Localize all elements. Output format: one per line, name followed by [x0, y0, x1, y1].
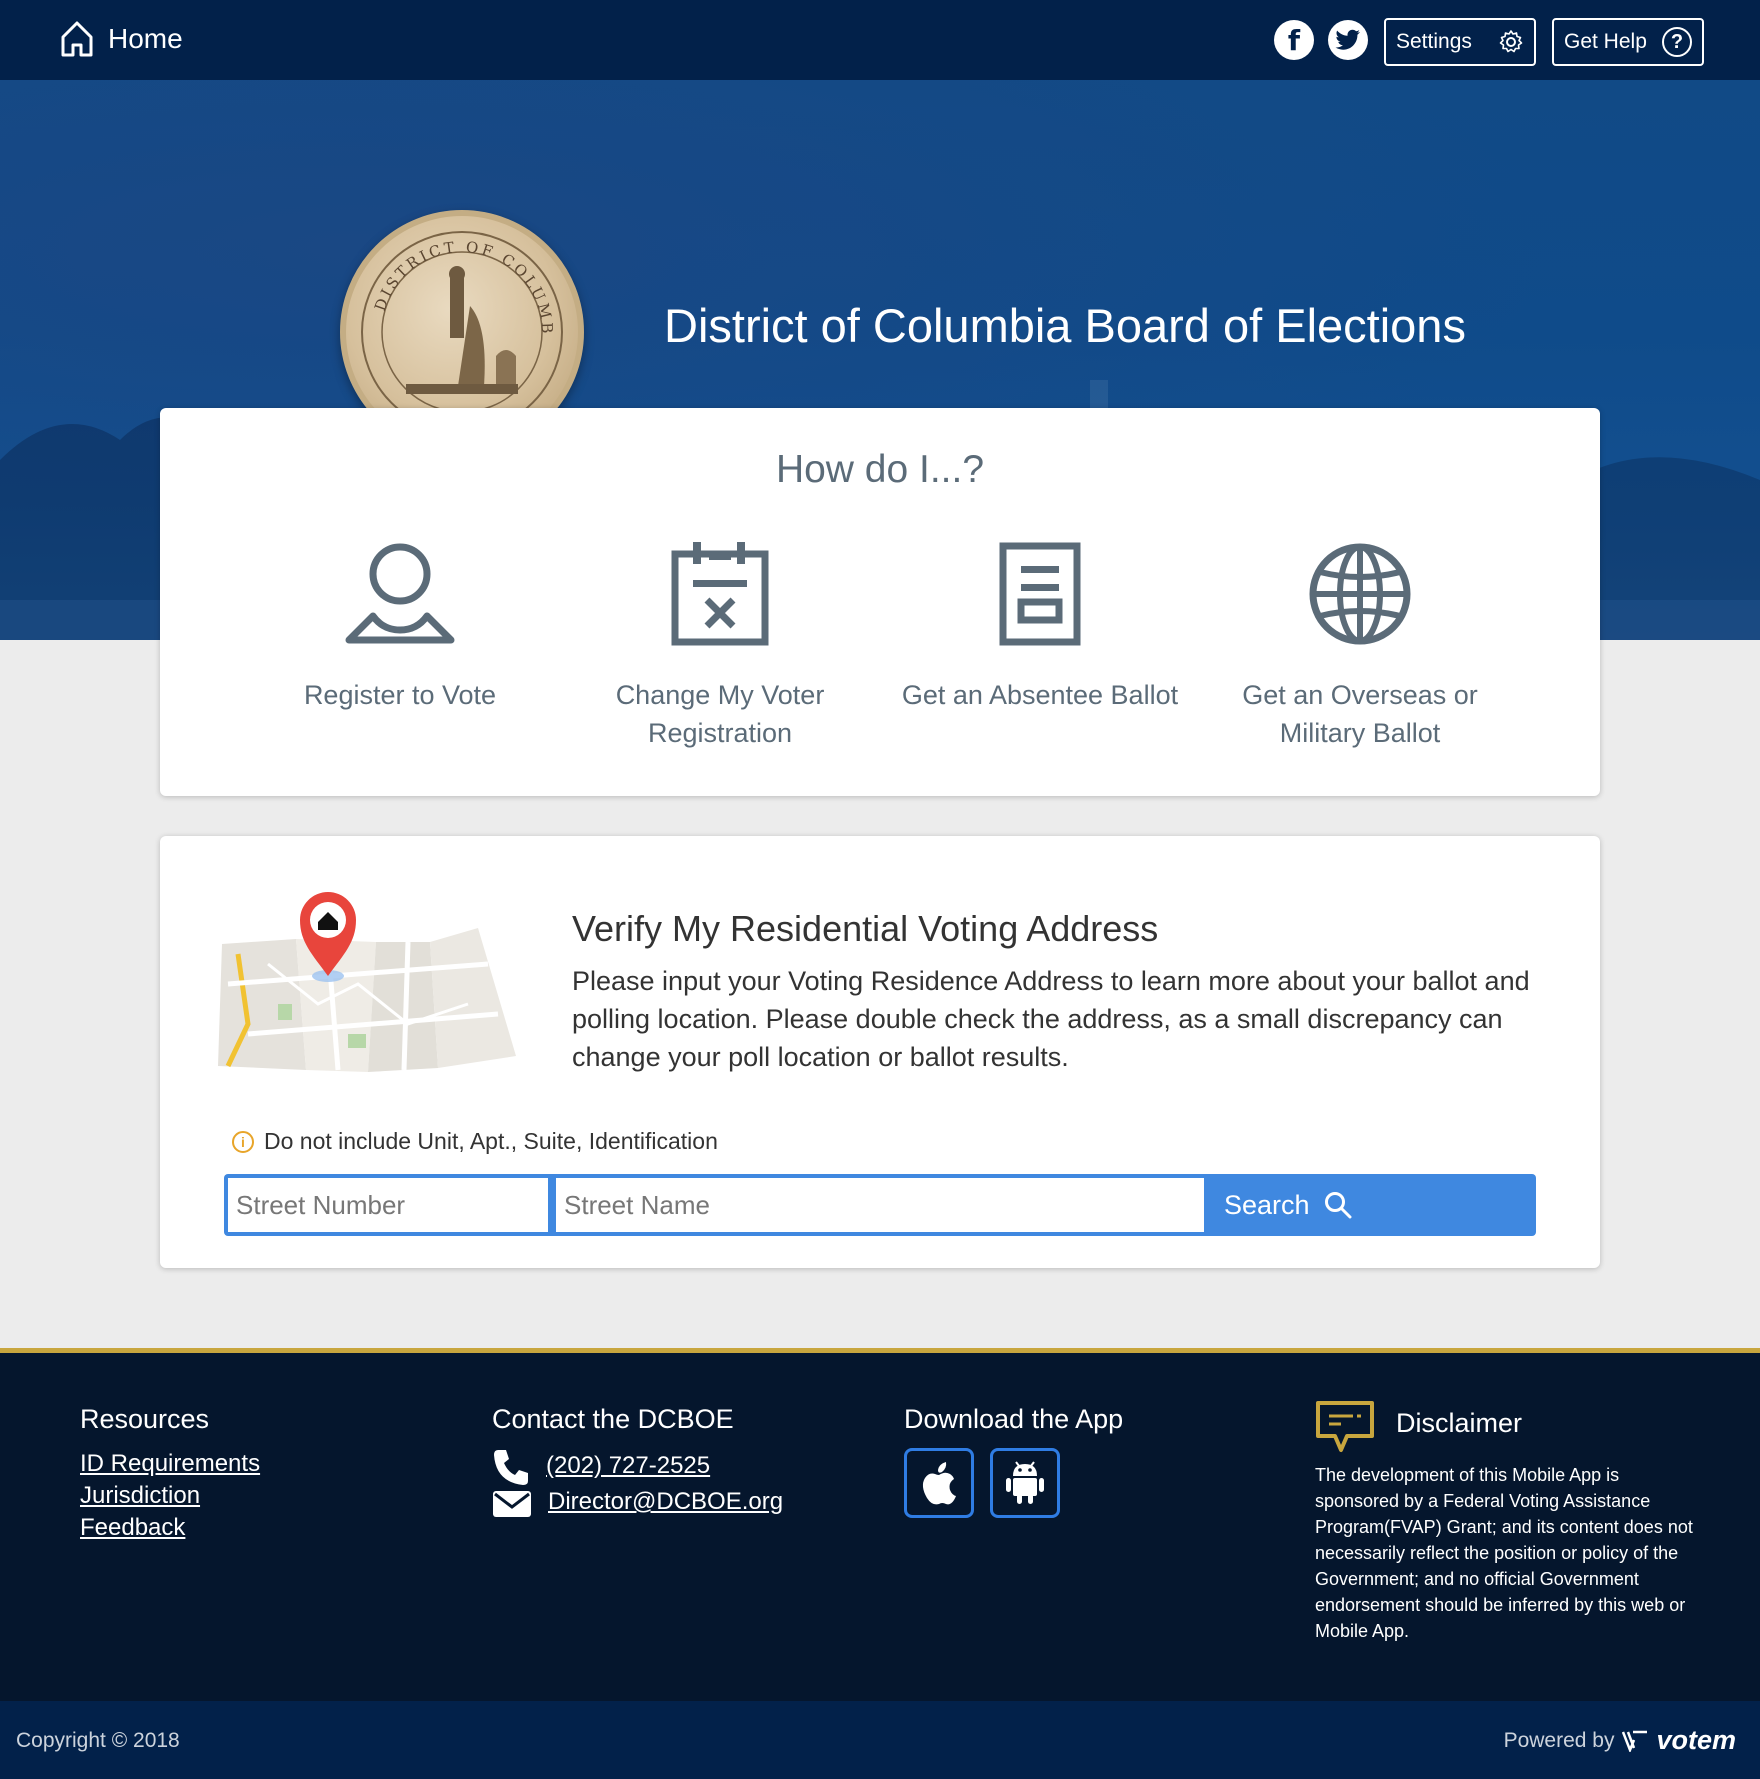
- contact-title: Contact the DCBOE: [492, 1404, 734, 1434]
- phone-icon: [494, 1450, 528, 1485]
- home-label: Home: [108, 23, 183, 54]
- resources-title: Resources: [80, 1404, 210, 1434]
- phone-link[interactable]: (202) 727-2525: [546, 1452, 710, 1480]
- votem-logo-icon: [1622, 1730, 1648, 1752]
- feedback-link[interactable]: Feedback: [80, 1514, 185, 1542]
- settings-button[interactable]: Settings: [1384, 18, 1536, 66]
- document-icon: [999, 542, 1081, 646]
- top-navbar: Home f Settings Get Help ?: [0, 0, 1760, 80]
- verify-title: Verify My Residential Voting Address: [572, 908, 1159, 949]
- search-label: Search: [1224, 1189, 1310, 1220]
- overseas-ballot-label: Get an Overseas or Military Ballot: [1242, 680, 1478, 748]
- verify-address-card: Verify My Residential Voting Address Ple…: [160, 836, 1600, 1268]
- question-icon: ?: [1662, 27, 1692, 57]
- register-to-vote-label: Register to Vote: [303, 680, 497, 710]
- get-help-button[interactable]: Get Help ?: [1552, 18, 1704, 66]
- street-number-input[interactable]: [228, 1178, 548, 1232]
- verify-description: Please input your Voting Residence Addre…: [572, 966, 1530, 1072]
- votem-brand: votem: [1656, 1725, 1736, 1755]
- search-icon: [1324, 1192, 1352, 1219]
- search-button[interactable]: Search: [1204, 1174, 1536, 1236]
- android-icon: [1006, 1461, 1044, 1504]
- overseas-ballot-button[interactable]: Get an Overseas or Military Ballot: [1210, 536, 1510, 752]
- help-label: Get Help: [1564, 30, 1647, 53]
- download-app-title: Download the App: [904, 1404, 1124, 1434]
- bottom-bar: Copyright © 2018 Powered by votem: [0, 1701, 1760, 1779]
- register-to-vote-button[interactable]: Register to Vote: [250, 536, 550, 714]
- home-icon: [61, 21, 93, 57]
- globe-icon: [1309, 543, 1411, 645]
- person-icon: [345, 543, 455, 644]
- powered-by-label: Powered by: [1503, 1728, 1615, 1752]
- address-search-form: Search: [224, 1174, 1536, 1236]
- street-name-input[interactable]: [556, 1178, 1204, 1232]
- how-do-i-title: How do I...?: [775, 448, 985, 491]
- calendar-x-icon: [671, 542, 769, 646]
- id-requirements-link[interactable]: ID Requirements: [80, 1450, 260, 1478]
- change-registration-label: Change My Voter Registration: [615, 680, 825, 748]
- info-icon: i: [232, 1130, 254, 1153]
- absentee-ballot-label: Get an Absentee Ballot: [901, 680, 1179, 710]
- facebook-icon[interactable]: f: [1274, 20, 1314, 60]
- change-registration-button[interactable]: Change My Voter Registration: [570, 536, 870, 752]
- home-link[interactable]: Home: [60, 20, 183, 58]
- address-hint: i Do not include Unit, Apt., Suite, Iden…: [232, 1128, 718, 1155]
- gear-icon: [1499, 30, 1523, 53]
- email-icon: [493, 1491, 531, 1517]
- address-hint-text: Do not include Unit, Apt., Suite, Identi…: [264, 1128, 718, 1154]
- apple-icon: [922, 1462, 956, 1505]
- jurisdiction-link[interactable]: Jurisdiction: [80, 1482, 200, 1510]
- page-title: District of Columbia Board of Elections: [664, 299, 1466, 352]
- powered-by[interactable]: Powered by votem: [1504, 1725, 1736, 1756]
- email-link[interactable]: Director@DCBOE.org: [548, 1488, 783, 1516]
- google-play-button[interactable]: [990, 1448, 1060, 1518]
- apple-store-button[interactable]: [904, 1448, 974, 1518]
- how-do-i-card: How do I...? Register to Vote Change My …: [160, 408, 1600, 796]
- twitter-icon[interactable]: [1328, 20, 1368, 60]
- disclaimer-text: The development of this Mobile App is sp…: [1315, 1465, 1693, 1641]
- settings-label: Settings: [1396, 30, 1472, 53]
- absentee-ballot-button[interactable]: Get an Absentee Ballot: [890, 536, 1190, 714]
- disclaimer-title: Disclaimer: [1396, 1408, 1523, 1438]
- map-pin-icon: [218, 892, 516, 1072]
- disclaimer-icon: [1316, 1401, 1374, 1452]
- copyright-text: Copyright © 2018: [16, 1729, 180, 1752]
